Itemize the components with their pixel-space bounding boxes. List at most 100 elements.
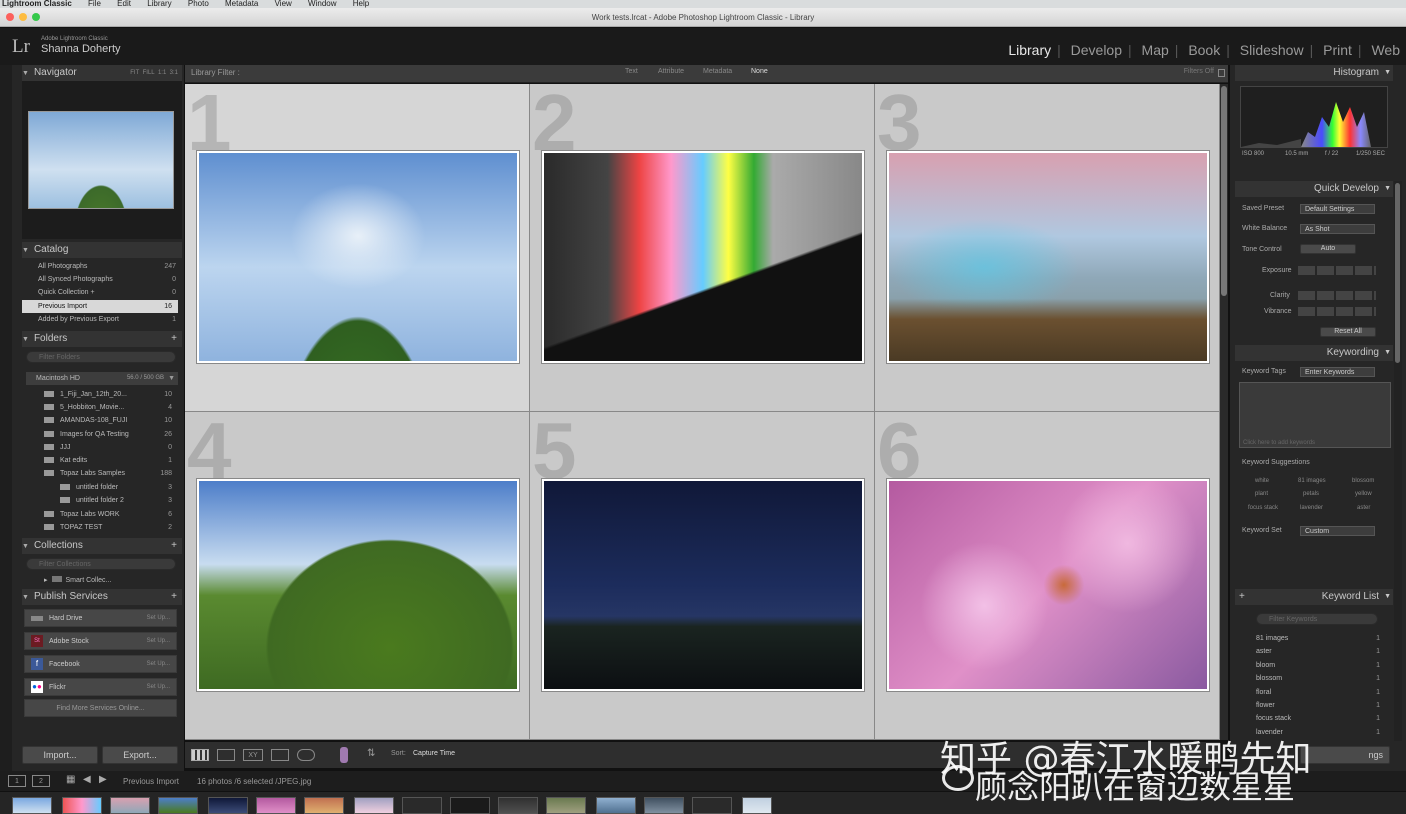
- saved-preset-select[interactable]: Default Settings: [1300, 204, 1375, 214]
- filmstrip-thumb[interactable]: [62, 797, 102, 814]
- grid-cell[interactable]: 6: [875, 406, 1220, 740]
- filmstrip-thumb[interactable]: [12, 797, 52, 814]
- folder-item[interactable]: untitled folder 23: [60, 494, 178, 507]
- publish-facebook[interactable]: f Facebook Set Up...: [24, 655, 177, 673]
- secondary-window-button[interactable]: 2: [32, 775, 50, 787]
- keyword-suggestion[interactable]: aster: [1357, 505, 1370, 511]
- folder-item[interactable]: Images for QA Testing 26: [44, 428, 178, 441]
- menu-edit[interactable]: Edit: [117, 0, 131, 8]
- keyword-list-item[interactable]: focus stack 1: [1256, 712, 1386, 725]
- grid-cell[interactable]: 3: [875, 78, 1220, 412]
- add-keyword-icon[interactable]: +: [1239, 589, 1245, 605]
- keyword-set-select[interactable]: Custom: [1300, 526, 1375, 536]
- exposure-buttons[interactable]: [1298, 266, 1376, 275]
- collections-search-input[interactable]: Filter Collections: [26, 558, 176, 570]
- folder-item[interactable]: JJJ 0: [44, 441, 178, 454]
- catalog-item[interactable]: All Synced Photographs 0: [22, 273, 182, 286]
- filmstrip-thumb[interactable]: [158, 797, 198, 814]
- folder-item[interactable]: untitled folder 3: [60, 481, 178, 494]
- minimize-window-button[interactable]: [19, 13, 27, 21]
- filmstrip-thumb[interactable]: [402, 797, 442, 814]
- keyword-suggestion[interactable]: white: [1255, 478, 1269, 484]
- smart-collection-item[interactable]: ▸ Smart Collec...: [44, 574, 174, 587]
- module-library[interactable]: Library: [1002, 42, 1057, 58]
- folder-item[interactable]: 1_Fiji_Jan_12th_20... 10: [44, 388, 178, 401]
- menu-photo[interactable]: Photo: [188, 0, 209, 8]
- keyword-list-item[interactable]: bloom 1: [1256, 659, 1386, 672]
- module-print[interactable]: Print: [1317, 42, 1358, 58]
- keyword-suggestion[interactable]: plant: [1255, 491, 1268, 497]
- menu-view[interactable]: View: [275, 0, 292, 8]
- filmstrip-thumb[interactable]: [208, 797, 248, 814]
- add-publish-icon[interactable]: +: [171, 589, 177, 605]
- grid-cell[interactable]: 5: [530, 406, 875, 740]
- right-scrollbar[interactable]: [1394, 181, 1402, 741]
- keyword-list-item[interactable]: blossom 1: [1256, 672, 1386, 685]
- navigator-header[interactable]: ▼ Navigator FIT FILL 1:1 3:1: [22, 65, 182, 81]
- quick-develop-header[interactable]: Quick Develop ▼: [1235, 181, 1393, 197]
- painter-icon[interactable]: [340, 747, 348, 763]
- keyword-list-item[interactable]: floral 1: [1256, 686, 1386, 699]
- volume-row[interactable]: Macintosh HD 56.0 / 500 GB ▼: [26, 372, 178, 385]
- export-button[interactable]: Export...: [102, 746, 178, 764]
- compare-view-icon[interactable]: XY: [243, 749, 263, 761]
- publish-adobe-stock[interactable]: St Adobe Stock Set Up...: [24, 632, 177, 650]
- keyword-tags-textarea[interactable]: Click here to add keywords: [1239, 382, 1391, 448]
- photo-thumbnail[interactable]: [196, 150, 520, 364]
- add-collection-icon[interactable]: +: [171, 538, 177, 554]
- add-folder-icon[interactable]: +: [171, 331, 177, 347]
- module-map[interactable]: Map: [1136, 42, 1175, 58]
- keyword-list-header[interactable]: + Keyword List ▼: [1235, 589, 1393, 605]
- auto-tone-button[interactable]: Auto: [1300, 244, 1356, 254]
- filmstrip-thumb[interactable]: [596, 797, 636, 814]
- people-view-icon[interactable]: [297, 749, 315, 761]
- left-panel-edge[interactable]: [0, 65, 12, 771]
- module-slideshow[interactable]: Slideshow: [1234, 42, 1310, 58]
- folder-item[interactable]: 5_Hobbiton_Movie... 4: [44, 401, 178, 414]
- folder-item[interactable]: Kat edits 1: [44, 454, 178, 467]
- collections-header[interactable]: ▼ Collections +: [22, 538, 182, 554]
- keyword-list-search-input[interactable]: Filter Keywords: [1256, 613, 1378, 625]
- navigator-preview[interactable]: [28, 111, 174, 209]
- photo-thumbnail[interactable]: [886, 150, 1210, 364]
- module-web[interactable]: Web: [1365, 42, 1406, 58]
- publish-hard-drive[interactable]: Hard Drive Set Up...: [24, 609, 177, 627]
- catalog-item[interactable]: Added by Previous Export 1: [22, 313, 182, 326]
- histogram-graph[interactable]: [1240, 86, 1388, 148]
- grid-icon[interactable]: ▦: [66, 774, 75, 785]
- publish-services-header[interactable]: ▼ Publish Services +: [22, 589, 182, 605]
- photo-thumbnail[interactable]: [196, 478, 520, 692]
- filmstrip-thumb[interactable]: [546, 797, 586, 814]
- filmstrip-source[interactable]: Previous Import: [123, 777, 179, 786]
- keyword-suggestion[interactable]: blossom: [1352, 478, 1374, 484]
- keyword-list-item[interactable]: 81 images 1: [1256, 632, 1386, 645]
- menu-library[interactable]: Library: [147, 0, 171, 8]
- filmstrip-thumb[interactable]: [354, 797, 394, 814]
- photo-thumbnail[interactable]: [541, 150, 865, 364]
- filmstrip-thumb[interactable]: [256, 797, 296, 814]
- folder-item[interactable]: Topaz Labs WORK 6: [44, 508, 178, 521]
- close-window-button[interactable]: [6, 13, 14, 21]
- white-balance-select[interactable]: As Shot: [1300, 224, 1375, 234]
- catalog-item[interactable]: All Photographs 247: [22, 260, 182, 273]
- reset-all-button[interactable]: Reset All: [1320, 327, 1376, 337]
- module-book[interactable]: Book: [1182, 42, 1226, 58]
- zoom-fit[interactable]: FIT: [130, 70, 139, 76]
- filter-tab-attribute[interactable]: Attribute: [658, 68, 684, 75]
- menu-help[interactable]: Help: [353, 0, 369, 8]
- filmstrip-thumb[interactable]: [110, 797, 150, 814]
- keyword-suggestion[interactable]: focus stack: [1248, 505, 1278, 511]
- keyword-list-item[interactable]: flower 1: [1256, 699, 1386, 712]
- sort-select[interactable]: Capture Time: [413, 750, 455, 757]
- import-button[interactable]: Import...: [22, 746, 98, 764]
- publish-flickr[interactable]: ●● Flickr Set Up...: [24, 678, 177, 696]
- zoom-3-1[interactable]: 3:1: [170, 70, 178, 76]
- menu-file[interactable]: File: [88, 0, 101, 8]
- find-more-services-button[interactable]: Find More Services Online...: [24, 699, 177, 717]
- keyword-suggestion[interactable]: yellow: [1355, 491, 1372, 497]
- vibrance-buttons[interactable]: [1298, 307, 1376, 316]
- folders-header[interactable]: ▼ Folders +: [22, 331, 182, 347]
- lock-icon[interactable]: [1218, 69, 1225, 77]
- photo-thumbnail[interactable]: [886, 478, 1210, 692]
- primary-window-button[interactable]: 1: [8, 775, 26, 787]
